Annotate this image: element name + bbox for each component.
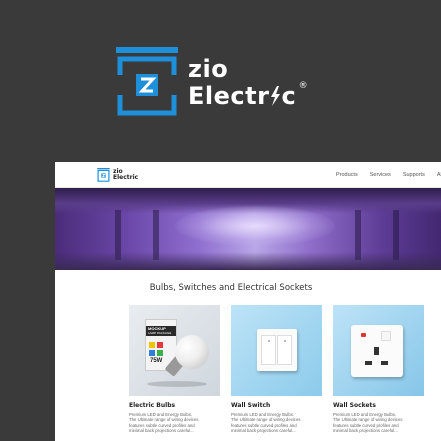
product-description: Premium LED and Energy Bulbs. The Ultima… [129, 412, 199, 434]
website-mockup: zio Electric Products Services Supports … [55, 162, 441, 441]
site-logo-line2: Electric [113, 173, 139, 181]
product-title[interactable]: Wall Sockets [333, 402, 424, 409]
product-description: Premium LED and Energy Bulbs. The Ultima… [231, 412, 301, 434]
bulb-image: MOCKUP LAMP PACKAGE 75W [129, 305, 220, 396]
section-title: Bulbs, Switches and Electrical Sockets [149, 283, 313, 293]
nav-link-supports[interactable]: Supports [403, 172, 425, 178]
site-nav-links: Products Services Supports Ab [336, 162, 441, 188]
product-title[interactable]: Wall Switch [231, 402, 322, 409]
registered-mark: ® [298, 80, 309, 91]
product-card-switch[interactable]: Wall Switch Premium LED and Energy Bulbs… [231, 305, 322, 434]
brand-name-line1: zio [188, 54, 229, 83]
product-card-sockets[interactable]: Wall Sockets Premium LED and Energy Bulb… [333, 305, 424, 434]
nav-link-about[interactable]: Ab [437, 172, 441, 178]
socket-image [333, 305, 424, 396]
product-list: MOCKUP LAMP PACKAGE 75W Electric Bulbs Pr… [129, 305, 435, 434]
brand-name-line2: Electr c ® [188, 80, 309, 110]
lightning-icon [269, 85, 281, 106]
product-description: Premium LED and Energy Bulbs. The Ultima… [333, 412, 403, 434]
logo-z-icon [116, 47, 178, 117]
nav-link-products[interactable]: Products [336, 172, 358, 178]
switch-image [231, 305, 322, 396]
nav-link-services[interactable]: Services [370, 172, 391, 178]
logo-z-icon [97, 167, 110, 182]
hero-image [55, 188, 441, 270]
site-header: zio Electric Products Services Supports … [55, 162, 441, 188]
site-logo[interactable]: zio Electric [97, 167, 139, 182]
product-title[interactable]: Electric Bulbs [129, 402, 220, 409]
product-card-bulbs[interactable]: MOCKUP LAMP PACKAGE 75W Electric Bulbs Pr… [129, 305, 220, 434]
brand-logo: zio Electr c ® [116, 47, 309, 117]
